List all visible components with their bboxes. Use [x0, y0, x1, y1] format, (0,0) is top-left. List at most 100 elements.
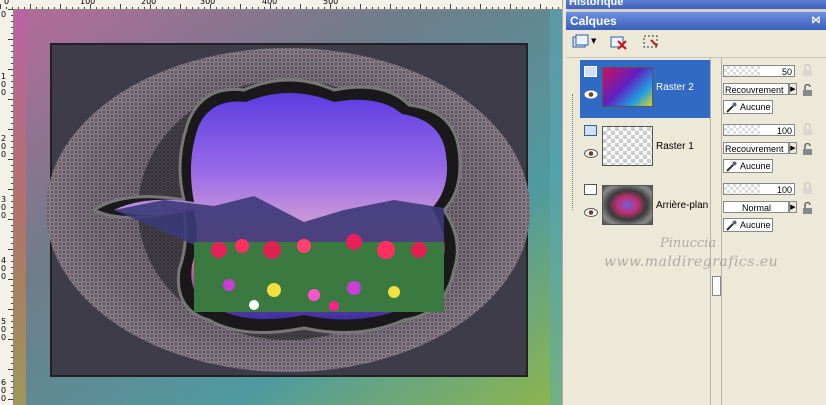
ruler-tick	[450, 4, 451, 9]
ruler-tick	[42, 7, 43, 9]
brush-icon	[726, 220, 737, 231]
ruler-tick	[516, 7, 517, 9]
ruler-tick	[11, 123, 13, 124]
layers-panel-title: Calques	[570, 14, 617, 28]
blend-dropdown-arrow-icon[interactable]: ▶	[789, 201, 797, 213]
ruler-tick	[234, 7, 235, 9]
ruler-tick	[282, 7, 283, 9]
ruler-tick	[354, 7, 355, 9]
ruler-tick	[438, 7, 439, 9]
ruler-tick	[162, 7, 163, 9]
ruler-tick	[60, 4, 61, 9]
blend-mode-value: Normal	[741, 203, 771, 213]
lock-icon[interactable]	[801, 143, 814, 156]
opacity-value: 100	[776, 185, 792, 195]
image-canvas[interactable]	[14, 10, 562, 405]
ruler-label: 5 0 0	[1, 317, 7, 342]
opacity-slider[interactable]: 100	[723, 183, 795, 195]
layer-props-raster-2: 50 Recouvrement ▶ Aucune	[723, 60, 825, 118]
ruler-tick	[11, 303, 13, 304]
blend-mode-select[interactable]: Recouvrement	[723, 142, 789, 154]
ruler-tick	[102, 7, 103, 9]
eye-icon[interactable]	[584, 149, 598, 158]
ruler-tick	[414, 7, 415, 9]
ruler-tick	[432, 7, 433, 9]
eye-icon[interactable]	[584, 90, 598, 99]
dropdown-arrow-icon[interactable]: ▼	[591, 37, 596, 45]
ruler-tick	[11, 141, 13, 142]
blend-mode-value: Recouvrement	[725, 144, 784, 154]
layers-panel-body: Raster 2 Raster 1 Arrière-plan 50 Recouv…	[566, 58, 826, 405]
ruler-tick	[504, 7, 505, 9]
ruler-tick	[8, 189, 13, 190]
ruler-tick	[336, 7, 337, 9]
lock-icon[interactable]	[801, 202, 814, 215]
ruler-tick	[186, 7, 187, 9]
ruler-tick	[11, 315, 13, 316]
ruler-tick	[11, 81, 13, 82]
ruler-tick	[306, 7, 307, 9]
ruler-tick	[216, 7, 217, 9]
ruler-tick	[120, 4, 121, 9]
ruler-tick	[8, 219, 13, 220]
ruler-label: 100	[80, 0, 96, 6]
eye-icon[interactable]	[584, 208, 598, 217]
ruler-tick	[456, 7, 457, 9]
ruler-tick	[11, 21, 13, 22]
ruler-tick	[11, 165, 13, 166]
selection-layer-icon[interactable]	[642, 34, 660, 50]
layer-row-background[interactable]: Arrière-plan	[580, 178, 710, 236]
mask-select[interactable]: Aucune	[723, 159, 773, 173]
blend-dropdown-arrow-icon[interactable]: ▶	[789, 142, 797, 154]
layer-row-raster-1[interactable]: Raster 1	[580, 119, 710, 177]
ruler-tick	[8, 369, 13, 370]
lock-icon[interactable]	[801, 123, 814, 136]
lock-icon[interactable]	[801, 64, 814, 77]
ruler-tick	[11, 261, 13, 262]
mask-select[interactable]: Aucune	[723, 218, 773, 232]
ruler-tick	[384, 7, 385, 9]
ruler-tick	[96, 7, 97, 9]
ruler-tick	[11, 183, 13, 184]
ruler-tick	[8, 129, 13, 130]
ruler-tick	[11, 177, 13, 178]
opacity-slider[interactable]: 100	[723, 124, 795, 136]
ruler-tick	[11, 153, 13, 154]
layers-panel-header[interactable]: Calques ⨝	[566, 12, 826, 30]
ruler-label: 6 0 0	[1, 378, 7, 403]
opacity-value: 50	[781, 67, 792, 77]
pin-icon[interactable]: ⨝	[812, 12, 820, 30]
ruler-tick	[330, 4, 331, 9]
new-layer-icon[interactable]	[572, 34, 590, 50]
ruler-tick	[372, 7, 373, 9]
blend-mode-select[interactable]: Recouvrement	[723, 83, 789, 95]
ruler-tick	[54, 7, 55, 9]
ruler-tick	[222, 7, 223, 9]
ruler-tick	[11, 33, 13, 34]
ruler-label: 3 0 0	[1, 195, 7, 220]
blend-mode-select[interactable]: Normal	[723, 201, 789, 213]
ruler-tick	[11, 237, 13, 238]
history-panel-header[interactable]: Historique	[566, 0, 826, 9]
blend-dropdown-arrow-icon[interactable]: ▶	[789, 83, 797, 95]
delete-layer-icon[interactable]	[610, 34, 628, 50]
ruler-tick	[492, 7, 493, 9]
ruler-tick	[558, 7, 559, 9]
expand-arrow-icon[interactable]	[712, 276, 721, 296]
ruler-label: 1 0 0	[1, 72, 7, 97]
ruler-tick	[11, 45, 13, 46]
layer-type-icon	[584, 125, 597, 136]
lock-icon[interactable]	[801, 182, 814, 195]
ruler-tick	[11, 267, 13, 268]
ruler-tick	[11, 117, 13, 118]
brush-icon	[726, 161, 737, 172]
layer-name: Arrière-plan	[656, 200, 709, 211]
layer-row-raster-2[interactable]: Raster 2	[580, 60, 710, 118]
ruler-tick	[36, 7, 37, 9]
opacity-slider[interactable]: 50	[723, 65, 795, 77]
ruler-tick	[138, 7, 139, 9]
ruler-tick	[8, 339, 13, 340]
mask-select[interactable]: Aucune	[723, 100, 773, 114]
lock-icon[interactable]	[801, 84, 814, 97]
ruler-tick	[90, 4, 91, 9]
